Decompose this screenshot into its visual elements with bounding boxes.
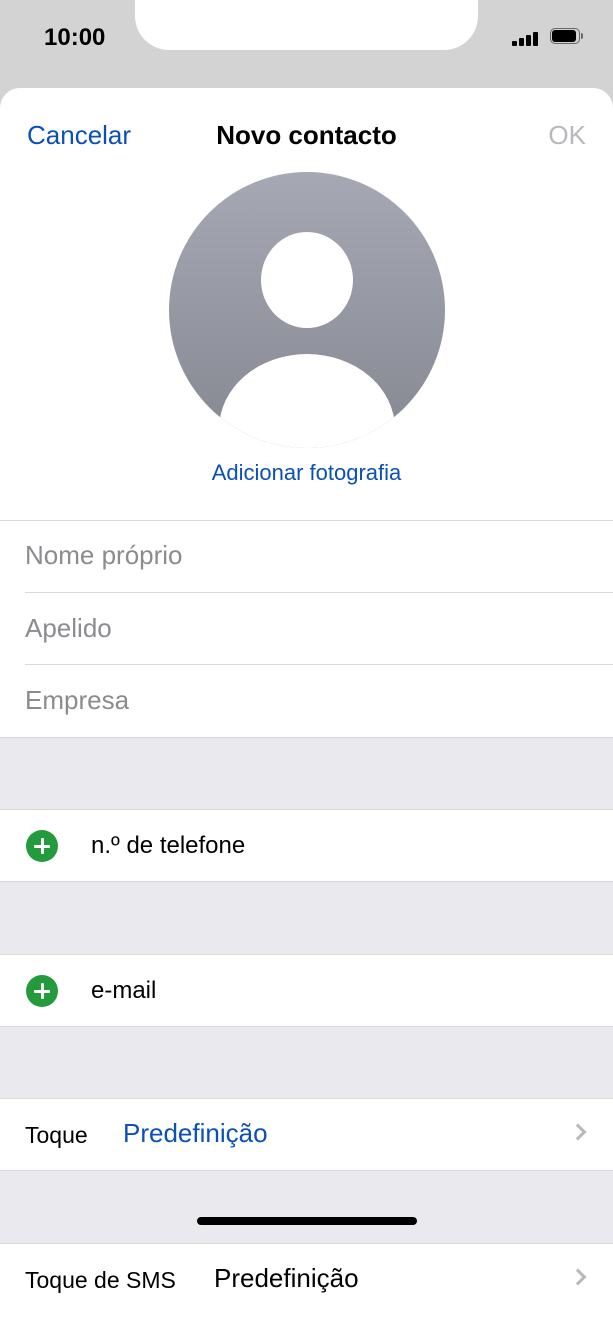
notch [135, 0, 478, 50]
new-contact-sheet: Cancelar Novo contacto OK Adicionar foto… [0, 88, 613, 1328]
section-separator [0, 1027, 613, 1098]
add-email-row[interactable]: e-mail [0, 954, 613, 1026]
company-field[interactable] [25, 685, 585, 716]
sms-tone-row[interactable]: Toque de SMS Predefinição [0, 1243, 613, 1315]
person-silhouette-icon[interactable] [169, 172, 445, 448]
chevron-right-icon [569, 1268, 587, 1286]
add-photo-button[interactable]: Adicionar fotografia [0, 460, 613, 486]
cellular-signal-icon [512, 32, 542, 46]
navigation-bar: Cancelar Novo contacto OK [0, 88, 613, 180]
battery-icon [550, 28, 584, 46]
last-name-row [0, 593, 613, 665]
add-email-label: e-mail [91, 977, 157, 1004]
section-separator [0, 882, 613, 954]
chevron-right-icon [569, 1123, 587, 1141]
add-circle-icon[interactable] [26, 830, 58, 862]
avatar-body [219, 354, 395, 448]
add-phone-label: n.º de telefone [91, 832, 246, 859]
first-name-row [0, 520, 613, 592]
sms-tone-value: Predefinição [214, 1263, 359, 1293]
ringtone-label: Toque [25, 1122, 88, 1148]
first-name-field[interactable] [25, 540, 585, 571]
divider [0, 737, 613, 738]
ok-button[interactable]: OK [548, 120, 586, 151]
divider [0, 1243, 613, 1244]
add-phone-row[interactable]: n.º de telefone [0, 809, 613, 881]
section-separator [0, 1171, 613, 1243]
ringtone-value: Predefinição [123, 1118, 268, 1148]
divider [0, 1098, 613, 1099]
divider [0, 954, 613, 955]
status-time: 10:00 [44, 24, 106, 51]
section-separator [0, 737, 613, 809]
page-title: Novo contacto [216, 120, 397, 150]
phone-screen: 10:00 Cancelar Novo contacto OK Adiciona… [0, 0, 613, 1328]
divider [0, 809, 613, 810]
company-row [0, 665, 613, 737]
ringtone-row[interactable]: Toque Predefinição [0, 1098, 613, 1170]
last-name-field[interactable] [25, 613, 585, 644]
home-indicator[interactable] [197, 1217, 417, 1225]
sms-tone-label: Toque de SMS [25, 1267, 176, 1293]
add-circle-icon[interactable] [26, 975, 58, 1007]
avatar-head [261, 232, 353, 328]
